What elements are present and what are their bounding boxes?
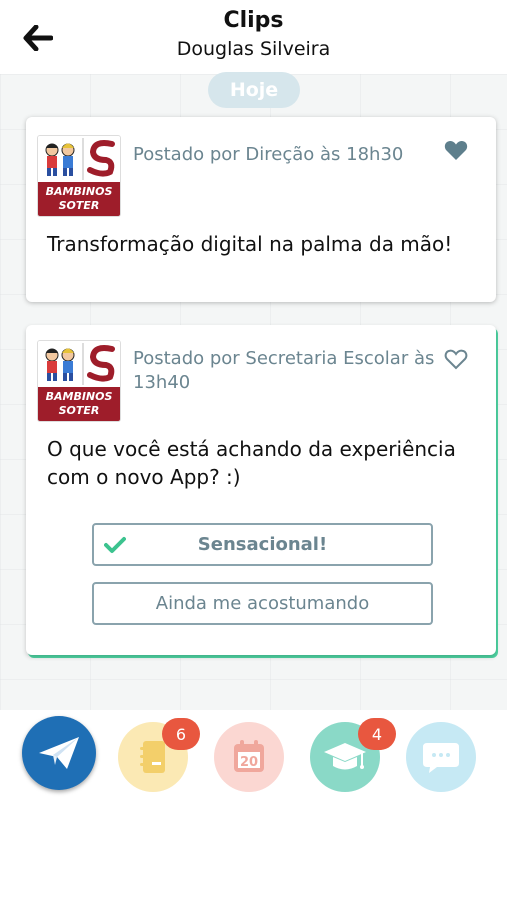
post-card[interactable]: BAMBINOS SOTER Postado por Direção às 18… — [26, 117, 496, 302]
like-button[interactable] — [442, 346, 470, 372]
poll-option-label: Ainda me acostumando — [155, 593, 370, 614]
nav-send-button[interactable] — [22, 716, 96, 790]
post-meta: Postado por Direção às 18h30 — [133, 144, 404, 165]
school-logo: BAMBINOS SOTER — [37, 340, 121, 422]
app-header: Clips Douglas Silveira — [0, 0, 507, 74]
poll-option-sensacional[interactable]: Sensacional! — [92, 523, 433, 566]
school-logo: BAMBINOS SOTER — [37, 135, 121, 217]
notes-count-badge: 6 — [162, 718, 200, 750]
post-text: Transformação digital na palma da mão! — [47, 232, 453, 256]
nav-calendar-button[interactable]: 20 — [214, 722, 284, 792]
school-count-badge: 4 — [358, 718, 396, 750]
heart-filled-icon — [444, 140, 468, 160]
calendar-day-label: 20 — [240, 755, 258, 770]
calendar-icon: 20 — [234, 740, 264, 772]
like-button[interactable] — [442, 137, 470, 163]
clips-feed[interactable]: Hoje BAMBINOS SOTER Postado por Direção … — [0, 72, 507, 710]
logo-text-line2: SOTER — [58, 404, 100, 417]
poll-option-acostumando[interactable]: Ainda me acostumando — [92, 582, 433, 625]
nav-chat-button[interactable] — [406, 722, 476, 792]
logo-text-line2: SOTER — [58, 199, 100, 212]
post-text: O que você está achando da experiência c… — [47, 437, 456, 489]
poll-option-label: Sensacional! — [197, 534, 328, 555]
post-meta: Postado por Secretaria Escolar às 13h40 — [133, 348, 435, 393]
date-separator: Hoje — [208, 72, 300, 108]
page-subtitle: Douglas Silveira — [176, 38, 331, 60]
logo-text-line1: BAMBINOS — [45, 185, 113, 198]
heart-outline-icon — [444, 349, 468, 370]
logo-text-line1: BAMBINOS — [45, 390, 113, 403]
page-title: Clips — [223, 8, 284, 33]
check-icon — [104, 537, 126, 553]
bottom-nav: 6 20 4 — [0, 710, 507, 900]
chat-bubble-icon — [423, 743, 459, 773]
paper-plane-icon — [39, 737, 79, 769]
post-card[interactable]: BAMBINOS SOTER Postado por Secretaria Es… — [26, 325, 496, 655]
